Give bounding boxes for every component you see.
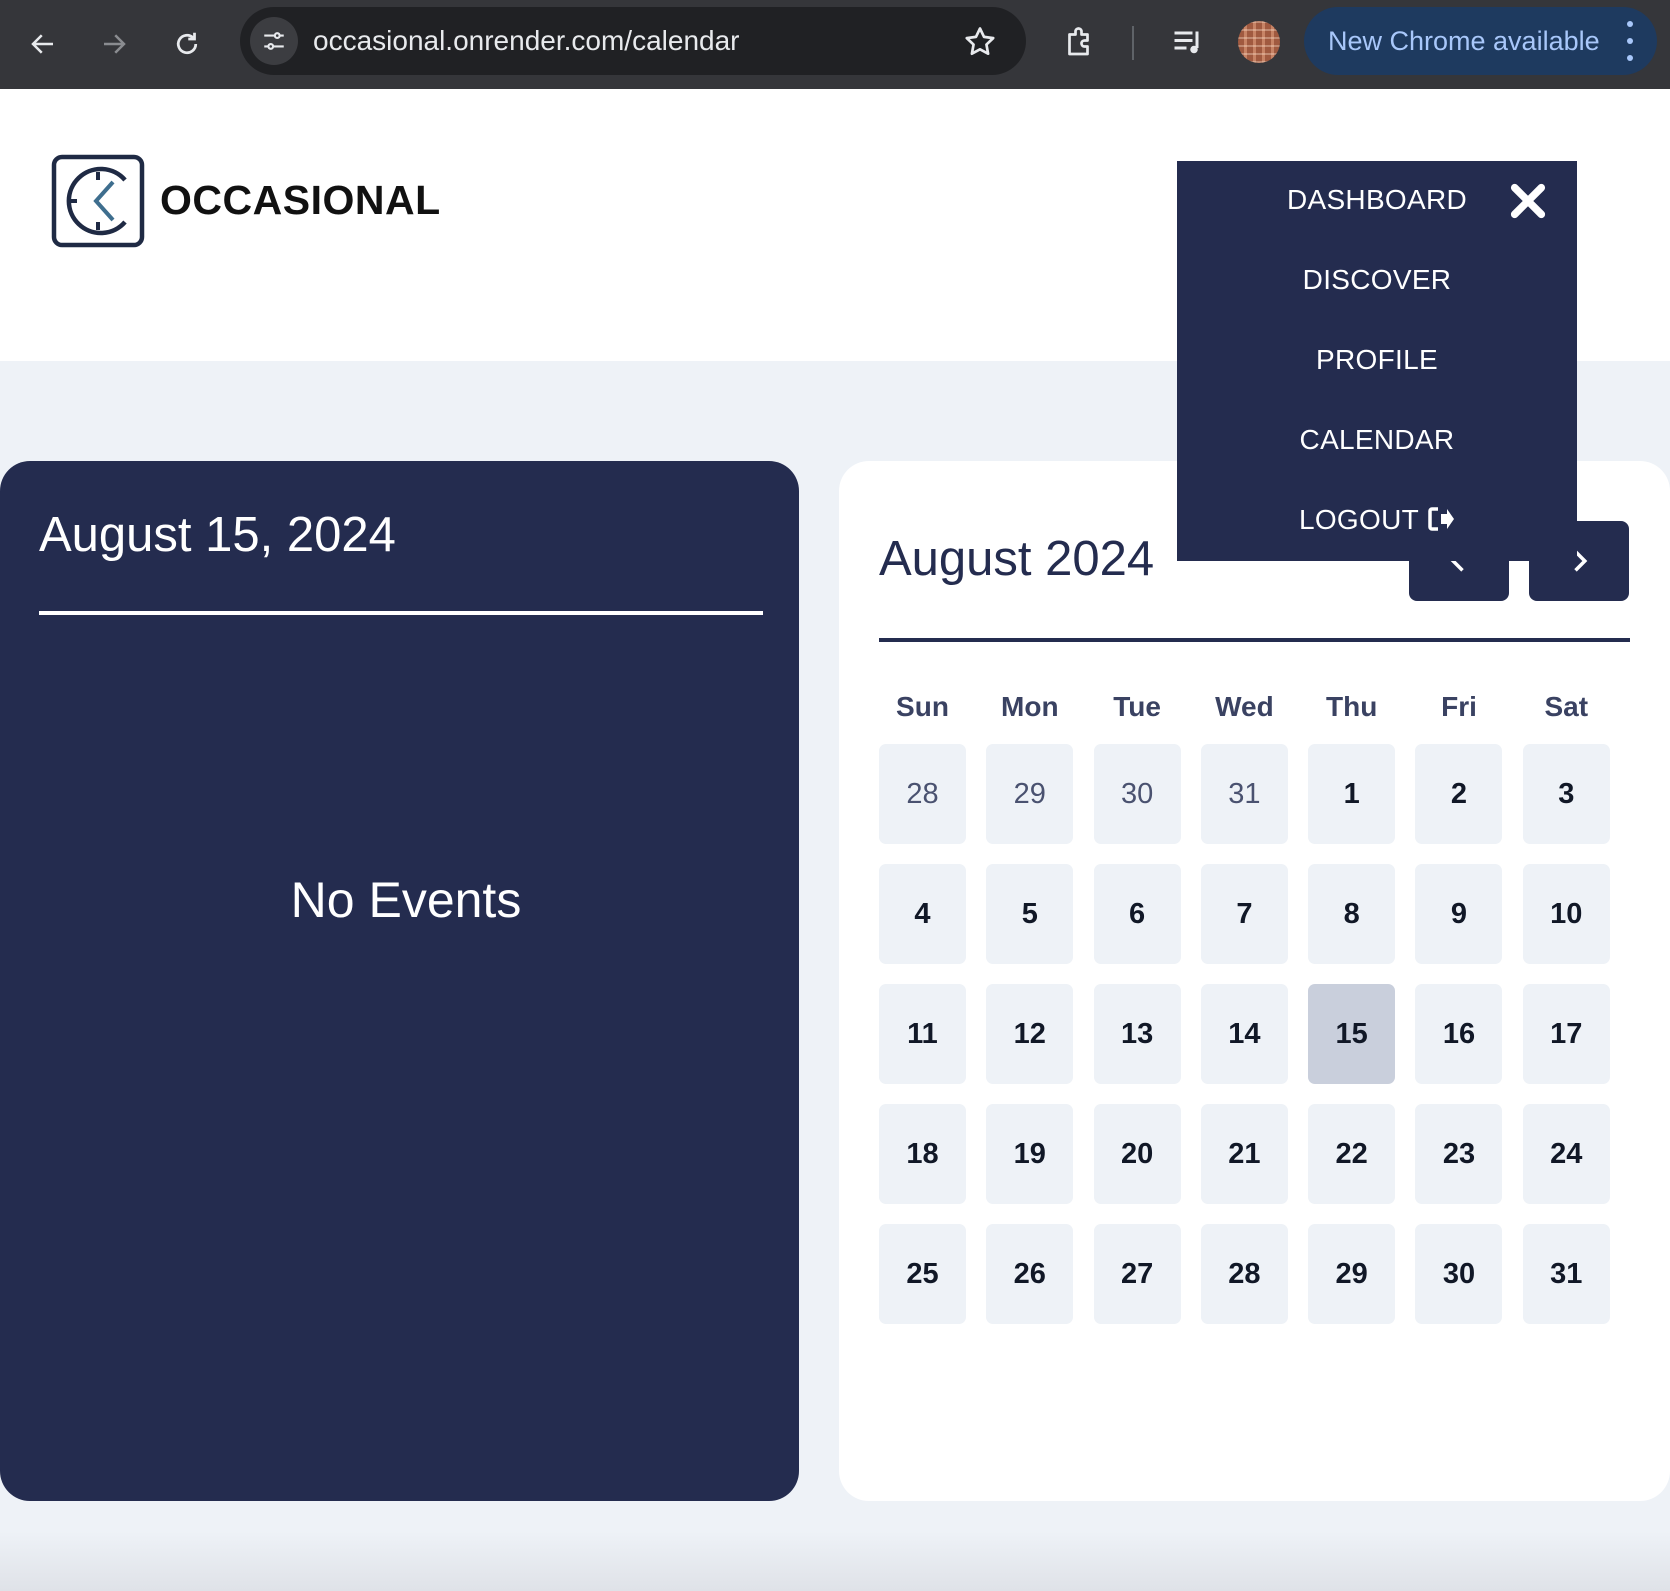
browser-toolbar: occasional.onrender.com/calendar New Chr… [0, 0, 1670, 89]
extensions-icon[interactable] [1058, 20, 1102, 64]
menu-item-label: LOGOUT [1298, 504, 1420, 535]
calendar-day[interactable]: 28 [879, 744, 966, 844]
menu-item-label: CALENDAR [1299, 424, 1455, 455]
brand-name[interactable]: OCCASIONAL [160, 177, 441, 224]
calendar-day[interactable]: 18 [879, 1104, 966, 1204]
site-settings-icon[interactable] [250, 17, 298, 65]
calendar-day[interactable]: 29 [1308, 1224, 1396, 1324]
menu-item-calendar[interactable]: CALENDAR [1177, 420, 1577, 460]
empty-events-message: No Events [290, 872, 522, 928]
calendar-day[interactable]: 27 [1093, 1224, 1181, 1324]
divider [39, 611, 763, 615]
calendar-day[interactable]: 4 [879, 864, 966, 964]
more-vert-icon[interactable] [1625, 21, 1635, 61]
weekday-header: Sat [1544, 690, 1589, 722]
calendar-day[interactable]: 26 [986, 1224, 1074, 1324]
calendar-day[interactable]: 25 [879, 1224, 966, 1324]
weekday-header: Thu [1326, 690, 1378, 722]
calendar-day[interactable]: 16 [1415, 984, 1503, 1084]
calendar-grid: Sun Mon Tue Wed Thu Fri Sat 28 29 30 31 1 2 3 4 5 6 7 8 9 10… [879, 679, 1630, 1324]
calendar-day[interactable]: 22 [1308, 1104, 1396, 1204]
calendar-day[interactable]: 13 [1093, 984, 1181, 1084]
calendar-day[interactable]: 29 [986, 744, 1074, 844]
menu-item-logout[interactable]: LOGOUT [1177, 500, 1577, 540]
calendar-day[interactable]: 20 [1093, 1104, 1181, 1204]
clock-logo-icon[interactable] [51, 154, 145, 248]
calendar-day[interactable]: 8 [1308, 864, 1396, 964]
menu-item-label: DASHBOARD [1286, 184, 1468, 215]
calendar-day[interactable]: 31 [1522, 1224, 1610, 1324]
close-icon[interactable] [1508, 181, 1548, 221]
events-panel: August 15, 2024 No Events [0, 461, 799, 1501]
reload-icon[interactable] [159, 16, 215, 72]
menu-item-profile[interactable]: PROFILE [1177, 340, 1577, 380]
calendar-day[interactable]: 17 [1522, 984, 1610, 1084]
month-label: August 2024 [879, 532, 1155, 586]
page: OCCASIONAL August 15, 2024 No Events Aug… [0, 89, 1670, 1591]
weekday-header: Sun [896, 690, 949, 722]
page-bottom [0, 1531, 1670, 1591]
weekday-header: Wed [1215, 690, 1274, 722]
calendar-day[interactable]: 19 [986, 1104, 1074, 1204]
calendar-day[interactable]: 28 [1200, 1224, 1288, 1324]
weekday-header: Fri [1441, 690, 1477, 722]
nav-menu: DASHBOARD DISCOVER PROFILE CALENDAR LOGO… [1177, 161, 1577, 561]
calendar-day[interactable]: 14 [1200, 984, 1288, 1084]
new-chrome-button[interactable]: New Chrome available [1304, 7, 1657, 75]
calendar-day[interactable]: 31 [1200, 744, 1288, 844]
toolbar-separator [1132, 26, 1134, 60]
calendar-day[interactable]: 30 [1093, 744, 1181, 844]
calendar-day[interactable]: 30 [1415, 1224, 1503, 1324]
calendar-day[interactable]: 3 [1522, 744, 1610, 844]
weekday-header: Tue [1113, 690, 1161, 722]
calendar-day[interactable]: 6 [1093, 864, 1181, 964]
calendar-day-selected[interactable]: 15 [1308, 984, 1396, 1084]
calendar-day[interactable]: 24 [1522, 1104, 1610, 1204]
calendar-day[interactable]: 11 [879, 984, 966, 1084]
menu-item-discover[interactable]: DISCOVER [1177, 260, 1577, 300]
media-controls-icon[interactable] [1166, 20, 1210, 64]
calendar-day[interactable]: 12 [986, 984, 1074, 1084]
calendar-card: August 2024 Sun Mon Tue Wed Thu Fri Sat 28 29 30 3… [839, 461, 1670, 1501]
calendar-day[interactable]: 9 [1415, 864, 1503, 964]
calendar-day[interactable]: 21 [1200, 1104, 1288, 1204]
bookmark-star-icon[interactable] [962, 24, 998, 60]
sign-out-icon [1428, 507, 1455, 531]
calendar-day[interactable]: 5 [986, 864, 1074, 964]
weekday-header: Mon [1001, 690, 1059, 722]
url-text[interactable]: occasional.onrender.com/calendar [313, 7, 739, 75]
menu-item-label: PROFILE [1316, 344, 1438, 375]
back-arrow-icon[interactable] [15, 16, 71, 72]
forward-arrow-icon[interactable] [86, 16, 142, 72]
update-label: New Chrome available [1328, 25, 1600, 56]
calendar-day[interactable]: 10 [1522, 864, 1610, 964]
address-bar[interactable]: occasional.onrender.com/calendar [240, 7, 1026, 75]
calendar-day[interactable]: 23 [1415, 1104, 1503, 1204]
profile-avatar[interactable] [1238, 21, 1280, 63]
calendar-day[interactable]: 7 [1200, 864, 1288, 964]
selected-date-heading: August 15, 2024 [39, 508, 396, 562]
calendar-day[interactable]: 2 [1415, 744, 1503, 844]
menu-item-label: DISCOVER [1302, 264, 1452, 295]
divider [879, 638, 1630, 642]
calendar-day[interactable]: 1 [1308, 744, 1396, 844]
